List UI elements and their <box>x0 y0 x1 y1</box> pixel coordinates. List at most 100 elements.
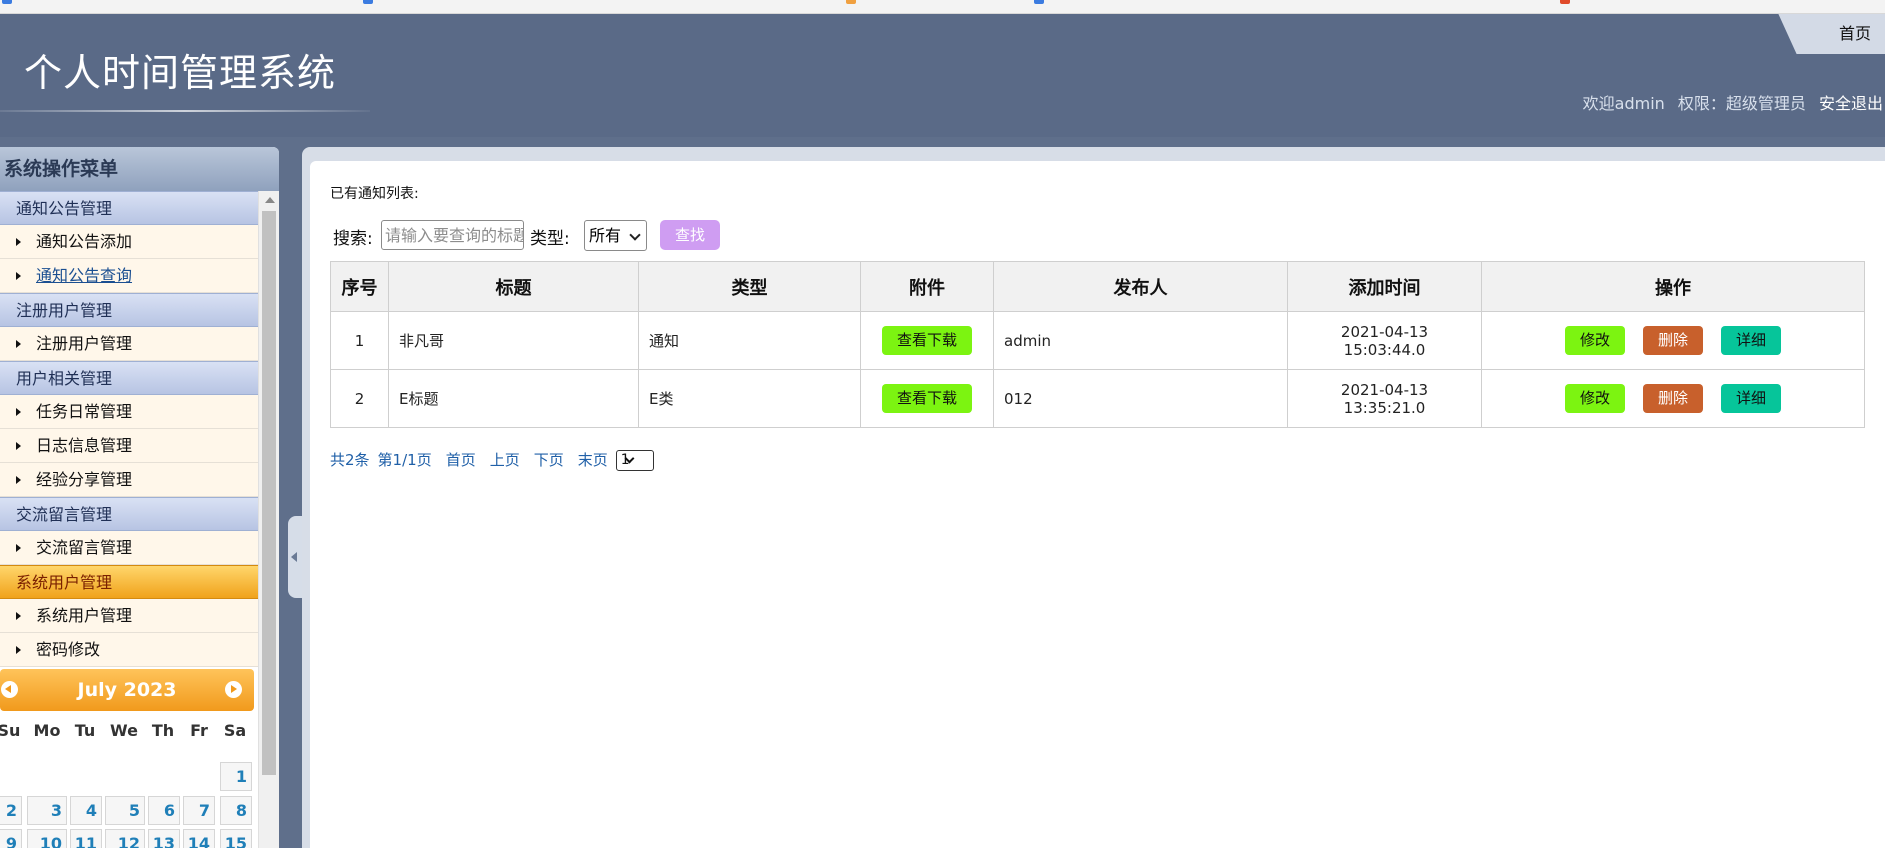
calendar-day[interactable]: 15 <box>220 829 252 848</box>
sidebar-title: 系统操作菜单 <box>0 147 279 191</box>
column-header: 操作 <box>1481 261 1865 312</box>
added-time: 15:03:44.0 <box>1343 340 1426 359</box>
bookmark-icon[interactable] <box>2 0 12 4</box>
cell-title: 非凡哥 <box>388 311 639 370</box>
home-link[interactable]: 首页 <box>1839 20 1871 44</box>
menu-item-label: 任务日常管理 <box>36 402 133 421</box>
menu-item-notice-query[interactable]: 通知公告查询 <box>0 259 258 293</box>
menu-item-notice-add[interactable]: 通知公告添加 <box>0 225 258 259</box>
title-underline <box>0 110 370 112</box>
next-month-icon[interactable] <box>225 681 242 698</box>
menu-group-notice[interactable]: 通知公告管理 <box>0 191 258 225</box>
menu-item-label: 交流留言管理 <box>36 538 133 557</box>
pager-first-link[interactable]: 首页 <box>446 451 476 469</box>
scroll-thumb[interactable] <box>262 211 276 775</box>
edit-button[interactable]: 修改 <box>1565 384 1625 413</box>
menu-item-label: 密码修改 <box>36 640 101 659</box>
scroll-up-icon[interactable] <box>265 197 275 203</box>
app-title: 个人时间管理系统 <box>24 51 337 95</box>
menu-item-logs[interactable]: 日志信息管理 <box>0 429 258 463</box>
menu-item-tasks[interactable]: 任务日常管理 <box>0 395 258 429</box>
menu-item-registered-users[interactable]: 注册用户管理 <box>0 327 258 361</box>
search-input[interactable] <box>381 220 524 250</box>
calendar-day[interactable]: 3 <box>27 796 67 825</box>
download-button[interactable]: 查看下载 <box>882 326 972 355</box>
cell-no: 1 <box>330 311 389 370</box>
search-label: 搜索: <box>333 229 373 249</box>
caret-right-icon <box>16 272 21 280</box>
calendar-day[interactable]: 10 <box>27 829 67 848</box>
calendar-day[interactable]: 5 <box>105 796 145 825</box>
calendar-day[interactable]: 13 <box>148 829 180 848</box>
main-panel <box>302 147 1885 848</box>
calendar-day[interactable]: 4 <box>70 796 102 825</box>
column-header: 类型 <box>638 261 861 312</box>
calendar-day[interactable]: 6 <box>148 796 180 825</box>
delete-button[interactable]: 删除 <box>1643 384 1703 413</box>
calendar-day[interactable]: 8 <box>220 796 252 825</box>
sidebar-scrollbar[interactable] <box>258 191 279 848</box>
edit-button[interactable]: 修改 <box>1565 326 1625 355</box>
sidebar-collapse-toggle[interactable] <box>288 516 302 598</box>
role-text: 权限：超级管理员 <box>1677 94 1806 113</box>
logout-link[interactable]: 安全退出 <box>1819 94 1883 113</box>
weekday-label: Sa <box>223 721 247 740</box>
pager-page-info: 第1/1页 <box>377 451 432 469</box>
calendar-day[interactable]: 11 <box>70 829 102 848</box>
weekday-label: Su <box>0 721 21 740</box>
calendar-day[interactable]: 9 <box>0 829 22 848</box>
menu-group-system-users[interactable]: 系统用户管理 <box>0 565 258 599</box>
type-select-value: 所有 <box>589 226 622 245</box>
calendar: July 2023 Su Mo Tu We Th Fr Sa 1 2 3 4 5… <box>0 669 258 848</box>
pager-prev-link[interactable]: 上页 <box>490 451 520 469</box>
cell-type: E类 <box>638 369 861 428</box>
type-select[interactable]: 所有 <box>584 220 647 251</box>
caret-right-icon <box>16 340 21 348</box>
bookmark-icon[interactable] <box>363 0 373 4</box>
calendar-day[interactable]: 2 <box>0 796 22 825</box>
bookmark-icon[interactable] <box>1034 0 1044 4</box>
type-label: 类型: <box>530 229 570 249</box>
find-button[interactable]: 查找 <box>660 220 720 250</box>
table-header-row: 序号 标题 类型 附件 发布人 添加时间 操作 <box>330 261 1865 312</box>
caret-right-icon <box>16 646 21 654</box>
menu-item-change-password[interactable]: 密码修改 <box>0 633 258 667</box>
bookmark-icon[interactable] <box>846 0 856 4</box>
app-header: 个人时间管理系统 首页 欢迎admin 权限：超级管理员 安全退出 <box>0 14 1885 137</box>
cell-attachment: 查看下载 <box>860 369 994 428</box>
cell-type: 通知 <box>638 311 861 370</box>
cell-publisher: admin <box>993 311 1288 370</box>
calendar-header: July 2023 <box>0 669 254 711</box>
calendar-day[interactable]: 14 <box>183 829 215 848</box>
download-button[interactable]: 查看下载 <box>882 384 972 413</box>
calendar-day[interactable]: 12 <box>105 829 145 848</box>
menu-item-label: 通知公告查询 <box>36 266 133 285</box>
calendar-day[interactable]: 7 <box>183 796 215 825</box>
delete-button[interactable]: 删除 <box>1643 326 1703 355</box>
table-row: 2 E标题 E类 查看下载 012 2021-04-13 13:35:21.0 修… <box>330 369 1865 428</box>
table-row: 1 非凡哥 通知 查看下载 admin 2021-04-13 15:03:44.0… <box>330 311 1865 370</box>
calendar-month-label: July 2023 <box>77 679 177 701</box>
menu-item-label: 系统用户管理 <box>36 606 133 625</box>
menu-item-messages[interactable]: 交流留言管理 <box>0 531 258 565</box>
caret-right-icon <box>16 238 21 246</box>
pager-next-link[interactable]: 下页 <box>534 451 564 469</box>
column-header: 附件 <box>860 261 994 312</box>
detail-button[interactable]: 详细 <box>1721 326 1781 355</box>
menu-item-system-users[interactable]: 系统用户管理 <box>0 599 258 633</box>
caret-right-icon <box>16 476 21 484</box>
pager-last-link[interactable]: 末页 <box>578 451 608 469</box>
menu-group-user-related[interactable]: 用户相关管理 <box>0 361 258 395</box>
bookmark-icon[interactable] <box>1560 0 1570 4</box>
calendar-day[interactable]: 1 <box>220 762 252 791</box>
menu-item-experience[interactable]: 经验分享管理 <box>0 463 258 497</box>
weekday-label: Tu <box>74 721 96 740</box>
column-header: 添加时间 <box>1287 261 1482 312</box>
menu-group-messages[interactable]: 交流留言管理 <box>0 497 258 531</box>
weekday-label: We <box>110 721 138 740</box>
list-caption: 已有通知列表: <box>330 186 419 202</box>
menu-group-registered-users[interactable]: 注册用户管理 <box>0 293 258 327</box>
page-select[interactable]: 1 <box>615 450 654 471</box>
detail-button[interactable]: 详细 <box>1721 384 1781 413</box>
notice-table: 序号 标题 类型 附件 发布人 添加时间 操作 1 非凡哥 通知 查看下载 ad… <box>330 261 1865 428</box>
